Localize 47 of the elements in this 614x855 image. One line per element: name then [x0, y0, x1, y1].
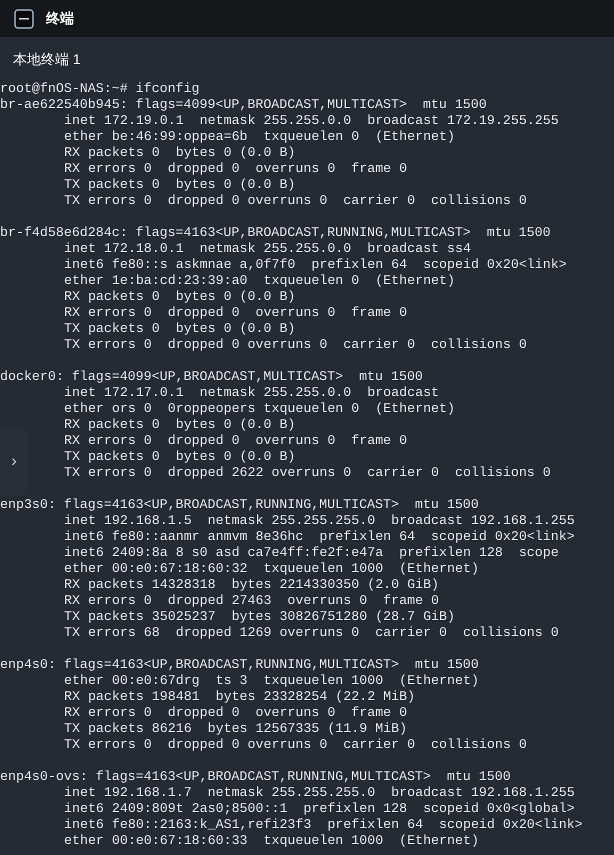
terminal-line: RX errors 0 dropped 0 overruns 0 frame 0 — [64, 433, 408, 449]
terminal-line: RX packets 198481 bytes 23328254 (22.2 MiB) — [64, 689, 416, 705]
terminal-line: ether ors 0 0roppeopers txqueuelen 0 (Ethernet) — [64, 401, 455, 417]
terminal-line: ether 00:e0:67drg ts 3 txqueuelen 1000 (Ethernet) — [64, 673, 479, 689]
terminal-line: TX errors 0 dropped 0 overruns 0 carrier 0 collisions 0 — [64, 337, 527, 353]
terminal-line: enp4s0-ovs: flags=4163<UP,BROADCAST,RUNNING,MULTICAST> mtu 1500 — [0, 769, 511, 785]
terminal-line: TX errors 68 dropped 1269 overruns 0 carrier 0 collisions 0 — [64, 625, 559, 641]
terminal-line: inet6 fe80::aanmr anmvm 8e36hc prefixlen 64 scopeid 0x20<link> — [64, 529, 575, 545]
terminal-line: inet 192.168.1.7 netmask 255.255.255.0 broadcast 192.168.1.255 — [64, 785, 575, 801]
terminal-line: inet 172.19.0.1 netmask 255.255.0.0 broadcast 172.19.255.255 — [64, 113, 559, 129]
terminal-line: ether 00:e0:67:18:60:33 txqueuelen 1000 (Ethernet) — [64, 833, 479, 849]
terminal-line: ether 1e:ba:cd:23:39:a0 txqueuelen 0 (Ethernet) — [64, 273, 455, 289]
terminal-line: TX errors 0 dropped 0 overruns 0 carrier 0 collisions 0 — [64, 737, 527, 753]
terminal-line: TX errors 0 dropped 2622 overruns 0 carrier 0 collisions 0 — [64, 465, 551, 481]
terminal-line: ether 00:e0:67:18:60:32 txqueuelen 1000 (Ethernet) — [64, 561, 479, 577]
terminal-line: TX packets 0 bytes 0 (0.0 B) — [64, 177, 296, 193]
terminal-line: TX packets 0 bytes 0 (0.0 B) — [64, 449, 296, 465]
side-panel-toggle[interactable]: › — [0, 428, 28, 496]
command-line: root@fnOS-NAS:~# ifconfig — [0, 81, 200, 97]
terminal-line: TX packets 0 bytes 0 (0.0 B) — [64, 321, 296, 337]
terminal-line: RX errors 0 dropped 0 overruns 0 frame 0 — [64, 305, 408, 321]
terminal-line: inet 172.17.0.1 netmask 255.255.0.0 broadcast — [64, 385, 440, 401]
terminal-app-icon — [14, 8, 34, 28]
terminal-line: enp4s0: flags=4163<UP,BROADCAST,RUNNING,MULTICAST> mtu 1500 — [0, 657, 479, 673]
terminal-line: inet6 fe80::s askmnae a,0f7f0 prefixlen 64 scopeid 0x20<link> — [64, 257, 567, 273]
terminal-line: inet 172.18.0.1 netmask 255.255.0.0 broadcast ss4 — [64, 241, 471, 257]
terminal-line: TX packets 86216 bytes 12567335 (11.9 MiB) — [64, 721, 408, 737]
terminal-tab[interactable]: 本地终端 1 — [13, 48, 81, 70]
terminal-line: inet6 2409:8a 8 s0 asd ca7e4ff:fe2f:e47a prefixlen 128 scope — [64, 545, 559, 561]
terminal-line: br-f4d58e6d284c: flags=4163<UP,BROADCAST,RUNNING,MULTICAST> mtu 1500 — [0, 225, 551, 241]
terminal-line: RX errors 0 dropped 0 overruns 0 frame 0 — [64, 705, 408, 721]
terminal-line: RX errors 0 dropped 27463 overruns 0 frame 0 — [64, 593, 440, 609]
terminal-line: docker0: flags=4099<UP,BROADCAST,MULTICAST> mtu 1500 — [0, 369, 423, 385]
terminal-line: RX packets 0 bytes 0 (0.0 B) — [64, 289, 296, 305]
terminal-line: TX errors 0 dropped 0 overruns 0 carrier 0 collisions 0 — [64, 193, 527, 209]
terminal-line: ether be:46:99:oppea=6b txqueuelen 0 (Ethernet) — [64, 129, 455, 145]
terminal-line: inet 192.168.1.5 netmask 255.255.255.0 broadcast 192.168.1.255 — [64, 513, 575, 529]
terminal-line: RX errors 0 dropped 0 overruns 0 frame 0 — [64, 161, 408, 177]
terminal-line: br-ae622540b945: flags=4099<UP,BROADCAST,MULTICAST> mtu 1500 — [0, 97, 487, 113]
terminal-line: RX packets 0 bytes 0 (0.0 B) — [64, 417, 296, 433]
terminal-line: enp3s0: flags=4163<UP,BROADCAST,RUNNING,MULTICAST> mtu 1500 — [0, 497, 479, 513]
terminal-line: inet6 fe80::2163:k_AS1,refi23f3 prefixlen 64 scopeid 0x20<link> — [64, 817, 583, 833]
window-title: 终端 — [46, 9, 74, 28]
terminal-line: RX packets 0 bytes 0 (0.0 B) — [64, 145, 296, 161]
terminal-line: RX packets 14328318 bytes 2214330350 (2.0 GiB) — [64, 577, 440, 593]
terminal-line: inet6 2409:809t 2as0;8500::1 prefixlen 128 scopeid 0x0<global> — [64, 801, 575, 817]
terminal-line: TX packets 35025237 bytes 30826751280 (28.7 GiB) — [64, 609, 455, 625]
